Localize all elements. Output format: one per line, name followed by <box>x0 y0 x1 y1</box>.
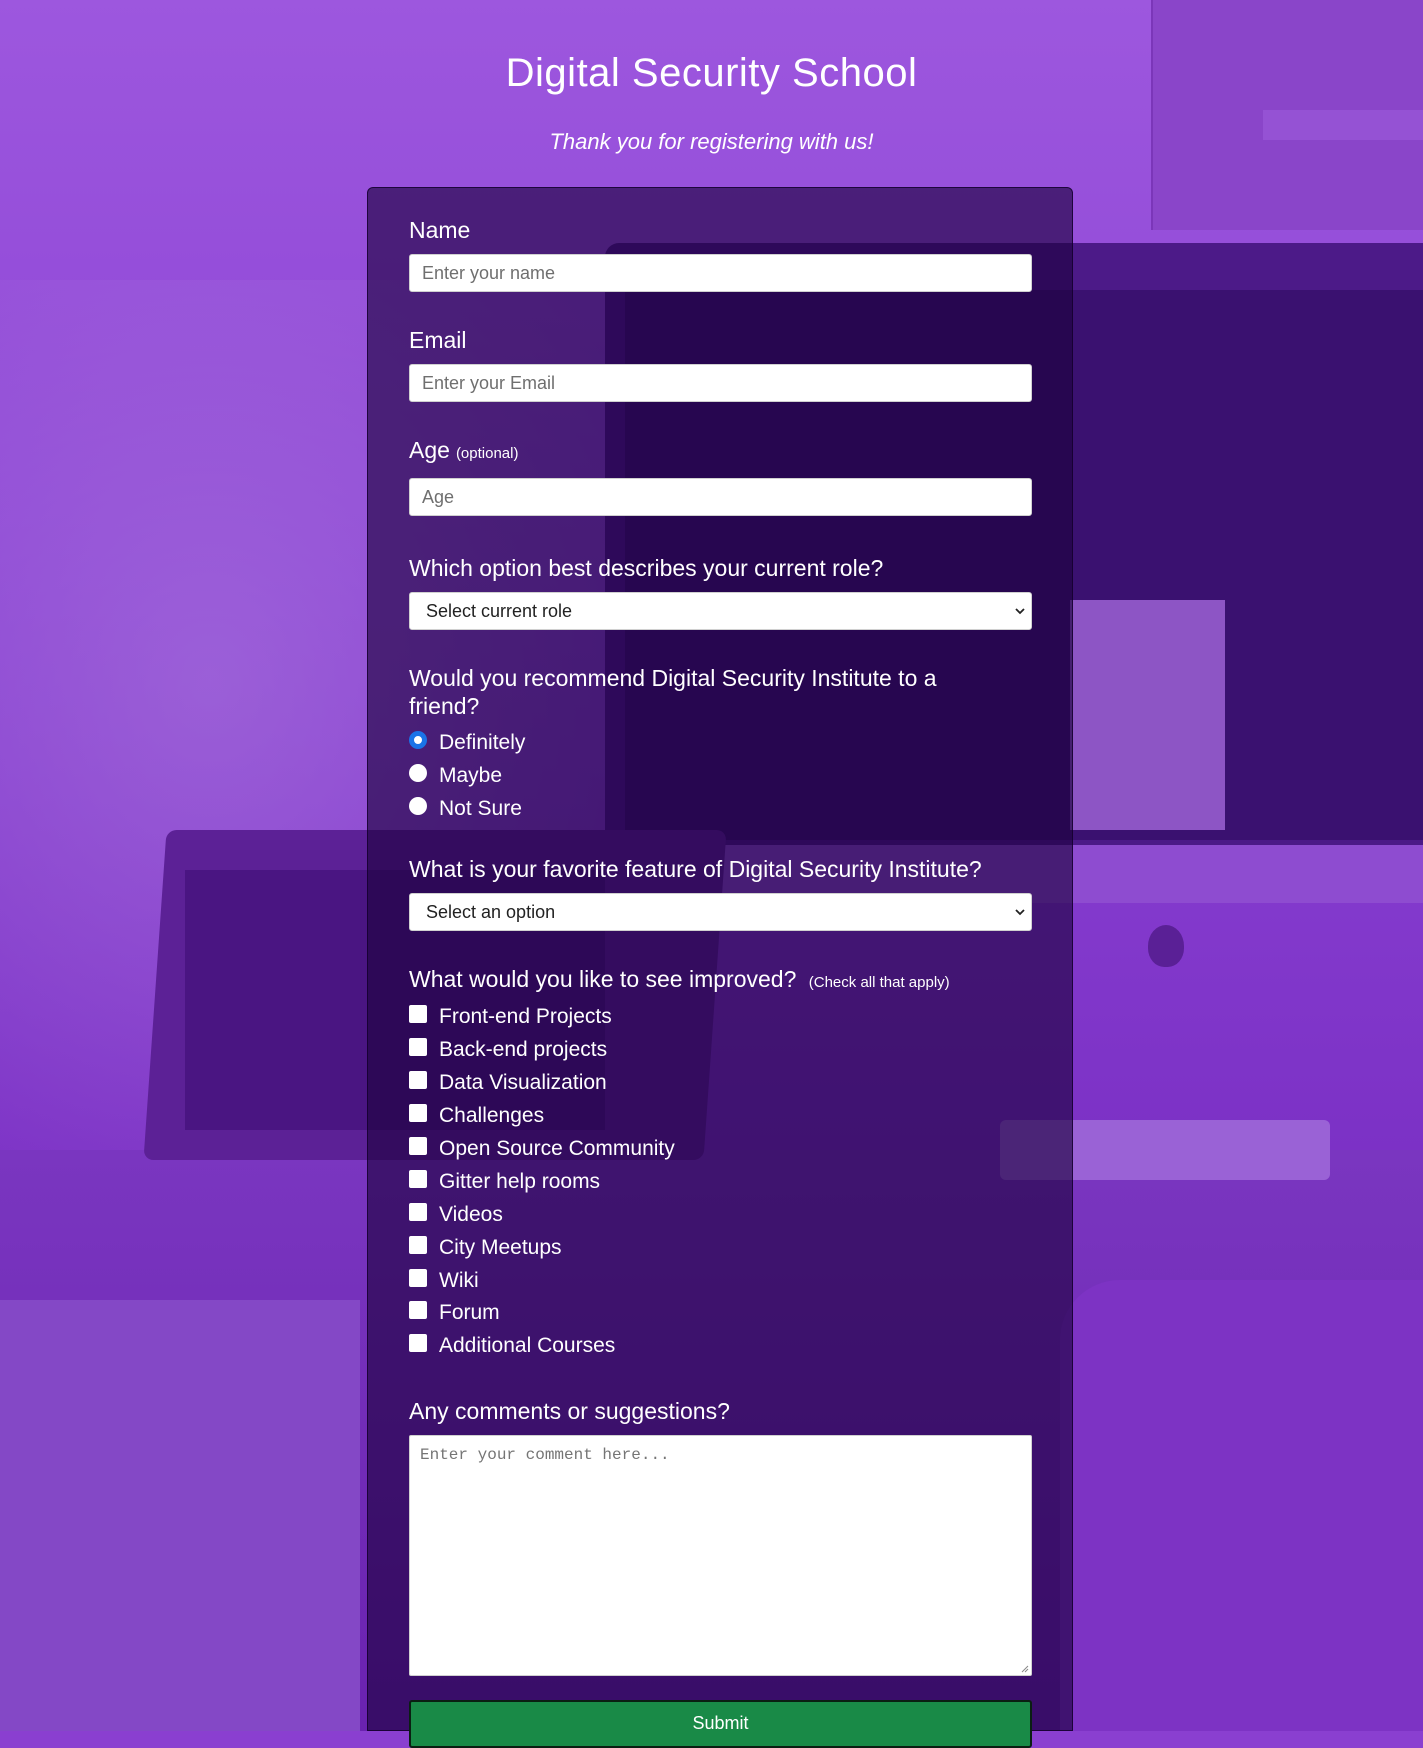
page-title: Digital Security School <box>505 51 918 95</box>
age-group: Age (optional) <box>409 436 1032 516</box>
resize-grip-icon[interactable] <box>1019 1663 1029 1673</box>
checkbox-label: Data Visualization <box>439 1071 607 1095</box>
checkbox[interactable] <box>409 1104 427 1123</box>
checkbox[interactable] <box>409 1235 427 1254</box>
checkbox-option[interactable]: Open Source Community <box>409 1133 1031 1166</box>
radio-option-maybe[interactable]: Maybe <box>409 759 1031 792</box>
name-input[interactable] <box>409 254 1032 292</box>
checkbox[interactable] <box>409 1334 427 1353</box>
improve-group: What would you like to see improved? (Ch… <box>409 965 1031 1363</box>
checkbox-option[interactable]: Wiki <box>409 1264 1031 1297</box>
checkbox-label: Challenges <box>439 1104 545 1128</box>
name-group: Name <box>409 216 1032 292</box>
checkbox[interactable] <box>409 1005 427 1024</box>
role-dropdown-value: Select current role <box>409 592 1032 630</box>
checkbox-label: Front-end Projects <box>439 1005 612 1029</box>
age-label: Age <box>409 437 450 463</box>
checkbox-option[interactable]: Videos <box>409 1198 1031 1231</box>
improve-question-row: What would you like to see improved? (Ch… <box>409 965 1009 997</box>
checkbox[interactable] <box>409 1169 427 1188</box>
comments-group: Any comments or suggestions? Enter your … <box>409 1397 1032 1676</box>
feature-group: What is your favorite feature of Digital… <box>409 855 1032 931</box>
checkbox-label: Additional Courses <box>439 1334 616 1358</box>
checkbox-label: Open Source Community <box>439 1137 675 1160</box>
radio-button[interactable] <box>409 763 427 782</box>
radio-label: Not Sure <box>439 796 522 820</box>
checkbox-label: Gitter help rooms <box>439 1169 601 1193</box>
checkbox-option[interactable]: Additional Courses <box>409 1330 1031 1363</box>
radio-option-definitely[interactable]: Definitely <box>409 726 1031 759</box>
checkbox[interactable] <box>409 1268 427 1287</box>
checkbox-option[interactable]: City Meetups <box>409 1231 1031 1264</box>
checkbox-option[interactable]: Forum <box>409 1297 1031 1330</box>
email-input[interactable] <box>409 364 1032 402</box>
name-label: Name <box>409 217 471 243</box>
checkbox-option[interactable]: Challenges <box>409 1100 1031 1133</box>
radio-label: Definitely <box>439 730 526 754</box>
survey-form: Name Email Age (optional) Which option be… <box>367 187 1073 1748</box>
improve-question: What would you like to see improved? <box>409 966 797 992</box>
radio-button-checked[interactable] <box>409 730 427 749</box>
checkbox-option[interactable]: Data Visualization <box>409 1067 1031 1100</box>
comments-textarea[interactable]: Enter your comment here... <box>409 1434 1032 1676</box>
age-label-row: Age (optional) <box>409 436 1031 468</box>
checkbox[interactable] <box>409 1202 427 1221</box>
checkbox-label: Videos <box>439 1202 503 1226</box>
improve-hint: (Check all that apply) <box>808 974 950 991</box>
age-input[interactable] <box>409 478 1032 516</box>
checkbox-label: Forum <box>439 1301 500 1325</box>
role-question: Which option best describes your current… <box>409 555 884 581</box>
checkbox-label: City Meetups <box>439 1235 562 1259</box>
radio-button[interactable] <box>409 796 427 815</box>
chevron-down-icon <box>1015 608 1025 615</box>
page-header: Digital Security School Thank you for re… <box>0 0 1423 156</box>
role-dropdown[interactable]: Select current role <box>409 592 1032 630</box>
feature-question: What is your favorite feature of Digital… <box>409 856 982 882</box>
checkbox-option[interactable]: Back-end projects <box>409 1034 1031 1067</box>
email-label: Email <box>409 327 467 353</box>
radio-option-not-sure[interactable]: Not Sure <box>409 792 1031 825</box>
survey-page: Digital Security School Thank you for re… <box>0 0 1423 1748</box>
comments-placeholder: Enter your comment here... <box>420 1445 670 1464</box>
email-group: Email <box>409 326 1032 402</box>
chevron-down-icon <box>1015 909 1025 916</box>
recommend-question: Would you recommend Digital Security Ins… <box>409 665 937 719</box>
checkbox-label: Back-end projects <box>439 1038 608 1062</box>
checkbox[interactable] <box>409 1038 427 1057</box>
checkbox[interactable] <box>409 1071 427 1090</box>
age-optional-hint: (optional) <box>455 445 519 462</box>
feature-dropdown[interactable]: Select an option <box>409 893 1032 931</box>
role-group: Which option best describes your current… <box>409 554 1032 630</box>
submit-button[interactable]: Submit <box>409 1699 1032 1748</box>
recommend-group: Would you recommend Digital Security Ins… <box>409 664 1031 825</box>
radio-label: Maybe <box>439 763 503 787</box>
checkbox-option[interactable]: Front-end Projects <box>409 1001 1031 1034</box>
checkbox[interactable] <box>409 1301 427 1320</box>
checkbox-option[interactable]: Gitter help rooms <box>409 1165 1031 1198</box>
checkbox[interactable] <box>409 1137 427 1155</box>
page-description: Thank you for registering with us! <box>549 129 874 154</box>
comments-question: Any comments or suggestions? <box>409 1397 730 1424</box>
checkbox-label: Wiki <box>439 1268 479 1292</box>
feature-dropdown-value: Select an option <box>409 893 1032 931</box>
